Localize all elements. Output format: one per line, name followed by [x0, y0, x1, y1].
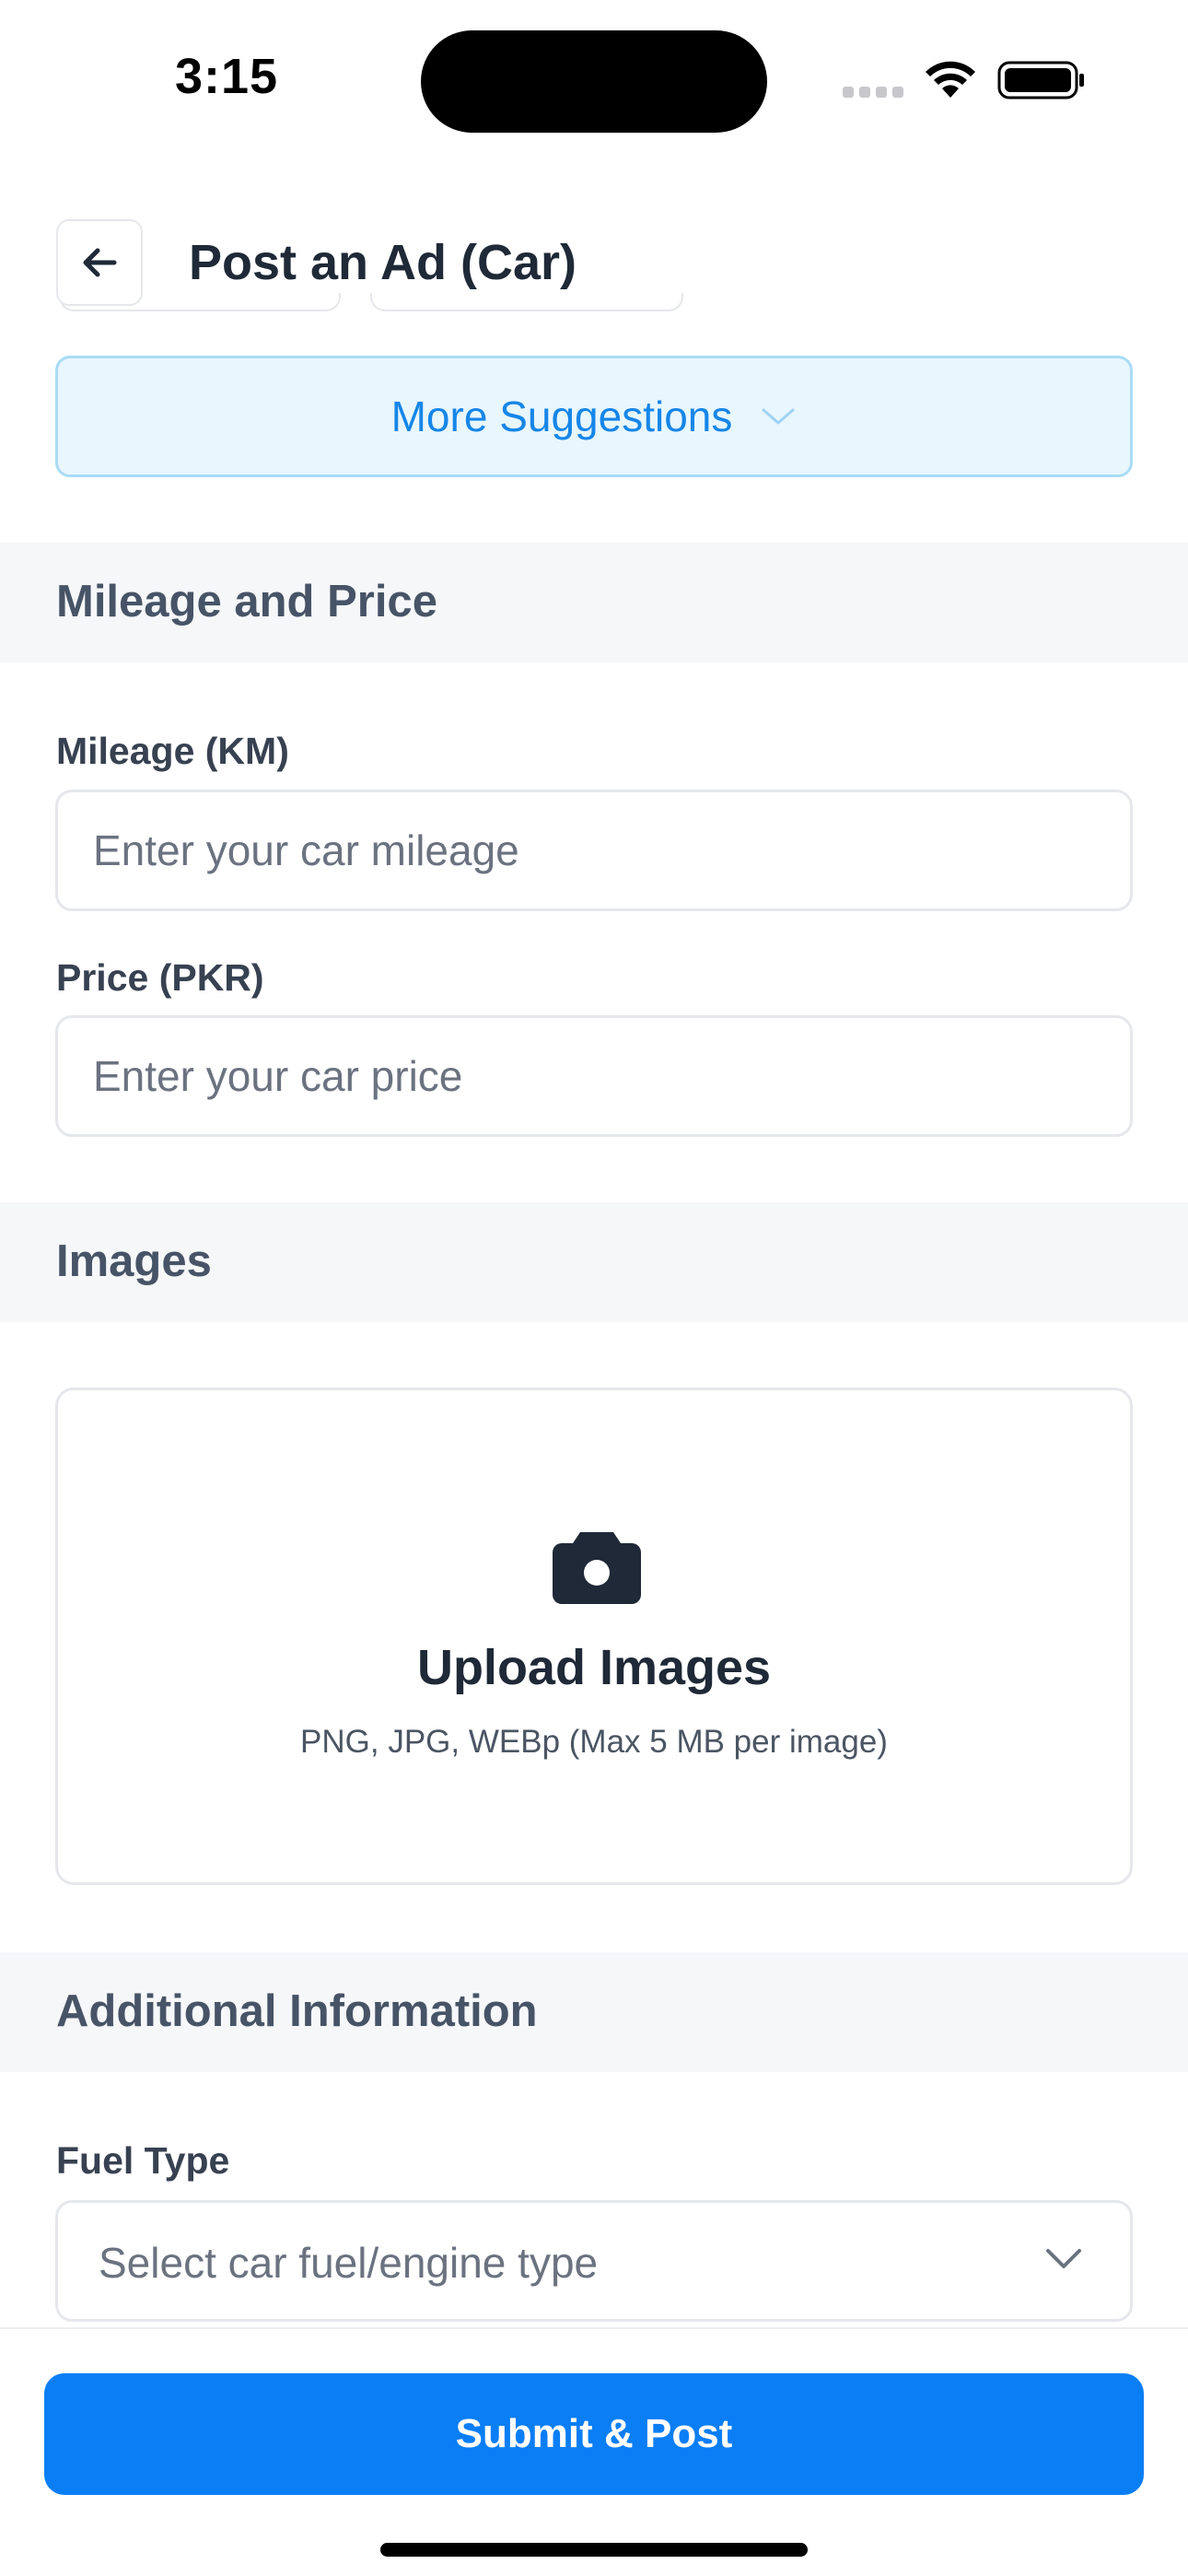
chevron-down-icon	[762, 408, 795, 425]
mileage-input[interactable]	[55, 790, 1133, 911]
bottom-action-bar: Submit & Post	[0, 2327, 1188, 2576]
section-title: Mileage and Price	[56, 577, 437, 626]
section-header-images: Images	[0, 1202, 1188, 1322]
upload-images-dropzone[interactable]: Upload Images PNG, JPG, WEBp (Max 5 MB p…	[55, 1388, 1133, 1885]
section-title: Images	[56, 1236, 212, 1286]
status-time: 3:15	[175, 49, 279, 104]
section-title: Additional Information	[56, 1986, 538, 2036]
submit-post-label: Submit & Post	[455, 2411, 733, 2456]
arrow-left-icon	[83, 248, 117, 277]
chevron-down-icon	[1046, 2249, 1081, 2268]
section-header-mileage-price: Mileage and Price	[0, 543, 1188, 662]
price-input[interactable]	[55, 1015, 1133, 1137]
wifi-icon	[926, 61, 975, 98]
price-label: Price (PKR)	[56, 956, 264, 999]
submit-post-button[interactable]: Submit & Post	[44, 2373, 1144, 2495]
cellular-signal-icon	[843, 87, 903, 98]
fuel-type-select[interactable]: Select car fuel/engine type	[55, 2200, 1133, 2322]
page-title: Post an Ad (Car)	[189, 235, 577, 290]
dynamic-island	[421, 30, 767, 133]
more-suggestions-label: More Suggestions	[390, 392, 733, 440]
section-header-additional-info: Additional Information	[0, 1952, 1188, 2072]
page-header: Post an Ad (Car)	[0, 212, 1188, 313]
fuel-type-label: Fuel Type	[56, 2139, 230, 2182]
camera-icon	[553, 1532, 641, 1604]
mileage-label: Mileage (KM)	[56, 730, 289, 772]
status-bar: 3:15	[0, 0, 1188, 157]
upload-title: Upload Images	[416, 1640, 772, 1695]
back-button[interactable]	[56, 219, 143, 306]
more-suggestions-button[interactable]: More Suggestions	[55, 356, 1133, 477]
home-indicator[interactable]	[380, 2543, 808, 2557]
upload-hint: PNG, JPG, WEBp (Max 5 MB per image)	[300, 1724, 888, 1760]
battery-icon	[997, 61, 1084, 100]
fuel-type-placeholder: Select car fuel/engine type	[99, 2239, 599, 2287]
